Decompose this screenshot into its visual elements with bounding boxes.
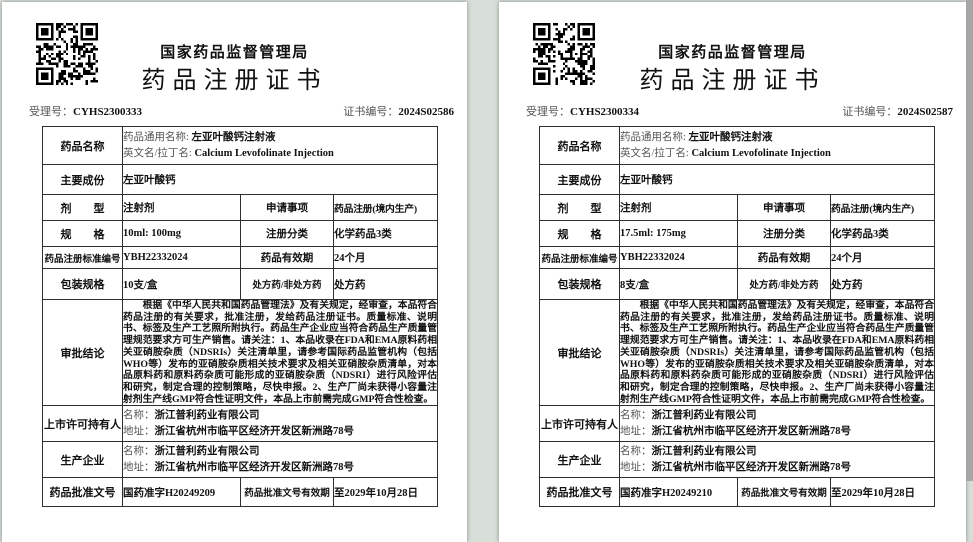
- field-label: 主要成份: [43, 165, 123, 195]
- certificate-page-2: 国家药品监督管理局 药品注册证书 受理号：CYHS2300334 证书编号：20…: [499, 2, 966, 542]
- approval-conclusion: 根据《中华人民共和国药品管理法》及有关规定，经审查，本品符合药品注册的有关要求，…: [620, 300, 935, 406]
- table-row: 上市许可持有人 名称：浙江普利药业有限公司 地址：浙江省杭州市临平区经济开发区新…: [43, 406, 438, 442]
- field-label: 药品注册标准编号: [540, 247, 620, 269]
- field-value: 24个月: [334, 247, 438, 269]
- field-value: 名称：浙江普利药业有限公司 地址：浙江省杭州市临平区经济开发区新洲路78号: [123, 442, 438, 478]
- field-value: 药品注册(境内生产): [334, 195, 438, 221]
- table-row: 包装规格 10支/盒 处方药/非处方药 处方药: [43, 269, 438, 300]
- table-row: 药品注册标准编号 YBH22332024 药品有效期 24个月: [43, 247, 438, 269]
- field-label: 审批结论: [43, 300, 123, 406]
- meta-row: 受理号：CYHS2300333 证书编号：2024S02586: [29, 105, 454, 119]
- field-value: 处方药: [334, 269, 438, 300]
- field-label: 规 格: [540, 221, 620, 247]
- field-value: 药品通用名称: 左亚叶酸钙注射液 英文名/拉丁名: Calcium Levofo…: [123, 127, 438, 165]
- field-value: 注射剂: [620, 195, 738, 221]
- field-value: 左亚叶酸钙: [620, 165, 935, 195]
- field-value: 10支/盒: [123, 269, 241, 300]
- table-row: 主要成份 左亚叶酸钙: [43, 165, 438, 195]
- table-row: 规 格 17.5ml: 175mg 注册分类 化学药品3类: [540, 221, 935, 247]
- table-row: 药品注册标准编号 YBH22332024 药品有效期 24个月: [540, 247, 935, 269]
- table-row: 药品批准文号 国药准字H20249210 药品批准文号有效期 至2029年10月…: [540, 478, 935, 507]
- field-value: 药品通用名称: 左亚叶酸钙注射液 英文名/拉丁名: Calcium Levofo…: [620, 127, 935, 165]
- certificate-table: 药品名称 药品通用名称: 左亚叶酸钙注射液 英文名/拉丁名: Calcium L…: [539, 126, 935, 507]
- field-label: 注册分类: [241, 221, 334, 247]
- field-label: 生产企业: [43, 442, 123, 478]
- field-label: 规 格: [43, 221, 123, 247]
- table-row: 生产企业 名称：浙江普利药业有限公司 地址：浙江省杭州市临平区经济开发区新洲路7…: [540, 442, 935, 478]
- field-label: 药品批准文号: [540, 478, 620, 507]
- field-label: 处方药/非处方药: [738, 269, 831, 300]
- field-label: 药品批准文号有效期: [241, 478, 334, 507]
- table-row: 主要成份 左亚叶酸钙: [540, 165, 935, 195]
- table-row: 审批结论 根据《中华人民共和国药品管理法》及有关规定，经审查，本品符合药品注册的…: [540, 300, 935, 406]
- table-row: 药品名称 药品通用名称: 左亚叶酸钙注射液 英文名/拉丁名: Calcium L…: [43, 127, 438, 165]
- field-label: 主要成份: [540, 165, 620, 195]
- field-label: 药品名称: [540, 127, 620, 165]
- field-value: 处方药: [831, 269, 935, 300]
- field-value: 国药准字H20249210: [620, 478, 738, 507]
- acceptance-number: 受理号：CYHS2300334: [526, 105, 639, 119]
- field-label: 药品批准文号: [43, 478, 123, 507]
- field-value: 8支/盒: [620, 269, 738, 300]
- certificate-table: 药品名称 药品通用名称: 左亚叶酸钙注射液 英文名/拉丁名: Calcium L…: [42, 126, 438, 507]
- field-label: 上市许可持有人: [43, 406, 123, 442]
- field-label: 剂 型: [43, 195, 123, 221]
- field-value: 至2029年10月28日: [334, 478, 438, 507]
- field-label: 药品批准文号有效期: [738, 478, 831, 507]
- table-row: 药品批准文号 国药准字H20249209 药品批准文号有效期 至2029年10月…: [43, 478, 438, 507]
- field-value: 至2029年10月28日: [831, 478, 935, 507]
- field-value: 名称：浙江普利药业有限公司 地址：浙江省杭州市临平区经济开发区新洲路78号: [620, 442, 935, 478]
- field-value: 17.5ml: 175mg: [620, 221, 738, 247]
- field-value: YBH22332024: [620, 247, 738, 269]
- authority-title: 国家药品监督管理局: [2, 44, 467, 62]
- approval-conclusion: 根据《中华人民共和国药品管理法》及有关规定，经审查，本品符合药品注册的有关要求，…: [123, 300, 438, 406]
- field-label: 生产企业: [540, 442, 620, 478]
- field-label: 剂 型: [540, 195, 620, 221]
- field-value: 注射剂: [123, 195, 241, 221]
- field-label: 处方药/非处方药: [241, 269, 334, 300]
- certificate-number: 证书编号：2024S02587: [842, 105, 953, 119]
- field-value: 化学药品3类: [831, 221, 935, 247]
- field-label: 上市许可持有人: [540, 406, 620, 442]
- field-value: 左亚叶酸钙: [123, 165, 438, 195]
- table-row: 规 格 10ml: 100mg 注册分类 化学药品3类: [43, 221, 438, 247]
- field-label: 审批结论: [540, 300, 620, 406]
- table-row: 生产企业 名称：浙江普利药业有限公司 地址：浙江省杭州市临平区经济开发区新洲路7…: [43, 442, 438, 478]
- table-row: 上市许可持有人 名称：浙江普利药业有限公司 地址：浙江省杭州市临平区经济开发区新…: [540, 406, 935, 442]
- certificate-title: 药品注册证书: [2, 66, 467, 96]
- table-row: 审批结论 根据《中华人民共和国药品管理法》及有关规定，经审查，本品符合药品注册的…: [43, 300, 438, 406]
- table-row: 剂 型 注射剂 申请事项 药品注册(境内生产): [540, 195, 935, 221]
- meta-row: 受理号：CYHS2300334 证书编号：2024S02587: [526, 105, 953, 119]
- authority-title: 国家药品监督管理局: [499, 44, 966, 62]
- field-value: YBH22332024: [123, 247, 241, 269]
- certificate-page-1: 国家药品监督管理局 药品注册证书 受理号：CYHS2300333 证书编号：20…: [2, 2, 467, 542]
- field-label: 注册分类: [738, 221, 831, 247]
- field-label: 包装规格: [43, 269, 123, 300]
- field-label: 药品有效期: [241, 247, 334, 269]
- field-label: 药品名称: [43, 127, 123, 165]
- acceptance-number: 受理号：CYHS2300333: [29, 105, 142, 119]
- field-value: 化学药品3类: [334, 221, 438, 247]
- field-value: 药品注册(境内生产): [831, 195, 935, 221]
- certificate-number: 证书编号：2024S02586: [343, 105, 454, 119]
- field-value: 名称：浙江普利药业有限公司 地址：浙江省杭州市临平区经济开发区新洲路78号: [620, 406, 935, 442]
- field-label: 药品有效期: [738, 247, 831, 269]
- field-value: 名称：浙江普利药业有限公司 地址：浙江省杭州市临平区经济开发区新洲路78号: [123, 406, 438, 442]
- table-row: 包装规格 8支/盒 处方药/非处方药 处方药: [540, 269, 935, 300]
- table-row: 药品名称 药品通用名称: 左亚叶酸钙注射液 英文名/拉丁名: Calcium L…: [540, 127, 935, 165]
- field-label: 包装规格: [540, 269, 620, 300]
- vertical-scrollbar[interactable]: [966, 0, 973, 481]
- table-row: 剂 型 注射剂 申请事项 药品注册(境内生产): [43, 195, 438, 221]
- field-value: 10ml: 100mg: [123, 221, 241, 247]
- field-label: 申请事项: [241, 195, 334, 221]
- field-label: 药品注册标准编号: [43, 247, 123, 269]
- field-value: 24个月: [831, 247, 935, 269]
- field-value: 国药准字H20249209: [123, 478, 241, 507]
- certificate-title: 药品注册证书: [499, 66, 966, 96]
- field-label: 申请事项: [738, 195, 831, 221]
